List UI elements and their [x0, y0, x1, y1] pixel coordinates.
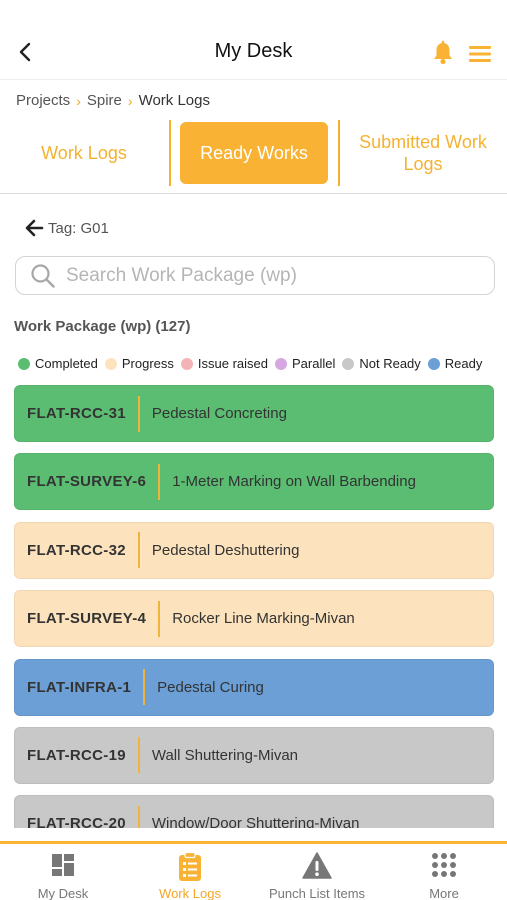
menu-button[interactable] — [468, 44, 492, 64]
clipboard-list-icon — [179, 852, 201, 881]
legend-label: Not Ready — [359, 356, 421, 371]
card-divider — [143, 669, 146, 706]
chevron-right-icon: › — [127, 92, 133, 109]
work-package-description: Pedestal Concreting — [151, 405, 287, 422]
work-package-description: Pedestal Deshuttering — [151, 541, 300, 559]
breadcrumb-work-logs: Work Logs — [138, 92, 210, 109]
legend-dot — [18, 357, 30, 370]
work-package-card[interactable]: FLAT-SURVEY-6 1-Meter Marking on Wall Bar… — [14, 453, 494, 511]
work-package-card[interactable]: FLAT-RCC-20 Window/Door Shuttering-Mivan — [14, 795, 494, 828]
dashboard-icon — [52, 854, 74, 876]
legend-dot — [342, 357, 355, 370]
tab-work-logs[interactable]: Work Logs — [0, 122, 168, 184]
nav-label: More — [429, 886, 459, 900]
legend-item: Completed — [18, 356, 98, 371]
legend-label: Progress — [121, 356, 174, 371]
card-divider — [158, 600, 161, 637]
breadcrumb-spire[interactable]: Spire — [87, 92, 122, 109]
hamburger-menu-icon — [469, 46, 491, 62]
legend-item: Ready — [427, 356, 483, 371]
search-box[interactable] — [15, 256, 495, 295]
tab-divider — [338, 120, 340, 186]
work-package-description: Pedestal Curing — [157, 678, 264, 696]
work-package-list: FLAT-RCC-31 Pedestal Concreting FLAT-SURVE… — [14, 385, 494, 828]
legend-label: Parallel — [292, 356, 336, 371]
card-divider — [137, 737, 140, 774]
legend-label: Ready — [444, 356, 483, 371]
app-header: My Desk — [0, 0, 507, 80]
legend-item: Issue raised — [180, 356, 268, 371]
work-package-card[interactable]: FLAT-SURVEY-4 Rocker Line Marking-Mivan — [14, 590, 494, 648]
card-divider — [158, 463, 161, 500]
work-package-description: 1-Meter Marking on Wall Barbending — [172, 473, 416, 491]
nav-more[interactable]: More — [381, 844, 507, 900]
bell-icon — [434, 40, 452, 65]
card-divider — [137, 805, 140, 828]
chevron-right-icon: › — [76, 92, 81, 109]
work-package-code: FLAT-RCC-20 — [27, 815, 126, 828]
work-package-card[interactable]: FLAT-RCC-31 Pedestal Concreting — [14, 385, 494, 442]
legend-label: Completed — [35, 356, 98, 371]
nav-label: Punch List Items — [268, 886, 366, 900]
legend-item: Parallel — [275, 356, 335, 371]
legend-dot — [427, 357, 440, 370]
work-package-description: Rocker Line Marking-Mivan — [172, 610, 355, 628]
nav-label: Work Logs — [159, 886, 221, 900]
nav-label: My Desk — [37, 886, 89, 900]
legend-item: Progress — [104, 356, 174, 371]
work-package-description: Window/Door Shuttering-Mivan — [151, 815, 360, 828]
work-package-card[interactable]: FLAT-INFRA-1 Pedestal Curing — [14, 658, 494, 716]
tab-submitted-work-logs[interactable]: Submitted Work Logs — [342, 122, 504, 184]
nav-work-logs[interactable]: Work Logs — [127, 844, 253, 900]
legend-item: Not Ready — [342, 356, 421, 371]
nav-punch-list-items[interactable]: Punch List Items — [254, 844, 380, 900]
tab-bar: Work Logs Ready Works Submitted Work Log… — [0, 118, 507, 194]
warning-icon — [302, 852, 332, 879]
card-divider — [137, 532, 140, 569]
work-package-card[interactable]: FLAT-RCC-32 Pedestal Deshuttering — [14, 521, 494, 579]
tab-ready-works[interactable]: Ready Works — [180, 122, 328, 184]
search-input[interactable] — [66, 264, 466, 287]
work-package-code: FLAT-SURVEY-4 — [27, 610, 147, 628]
tag-back-row[interactable]: Tag: G01 — [24, 218, 109, 238]
legend-dot — [104, 357, 117, 370]
grid-dots-icon — [432, 853, 456, 877]
arrow-left-icon — [25, 219, 44, 237]
breadcrumb: Projects › Spire › Work Logs — [16, 92, 210, 109]
search-icon — [31, 263, 55, 288]
nav-my-desk[interactable]: My Desk — [0, 844, 126, 900]
tag-label: Tag: G01 — [48, 219, 109, 237]
work-package-code: FLAT-RCC-31 — [27, 405, 126, 422]
status-legend: Completed Progress Issue raised Parallel Not… — [18, 356, 489, 371]
work-package-code: FLAT-INFRA-1 — [27, 678, 132, 696]
legend-label: Issue raised — [197, 356, 268, 371]
card-divider — [137, 395, 140, 432]
work-package-code: FLAT-RCC-32 — [27, 541, 126, 559]
breadcrumb-projects[interactable]: Projects — [16, 92, 70, 109]
legend-dot — [275, 357, 287, 370]
work-package-description: Wall Shuttering-Mivan — [151, 746, 299, 764]
bottom-nav: My Desk Work Logs Punch List Items More — [0, 841, 507, 900]
legend-dot — [180, 357, 193, 370]
work-package-code: FLAT-RCC-19 — [27, 746, 126, 764]
work-package-code: FLAT-SURVEY-6 — [27, 473, 147, 491]
tab-divider — [169, 120, 171, 186]
section-title: Work Package (wp) (127) — [14, 318, 191, 335]
work-package-card[interactable]: FLAT-RCC-19 Wall Shuttering-Mivan — [14, 726, 494, 784]
notifications-button[interactable] — [431, 40, 455, 66]
